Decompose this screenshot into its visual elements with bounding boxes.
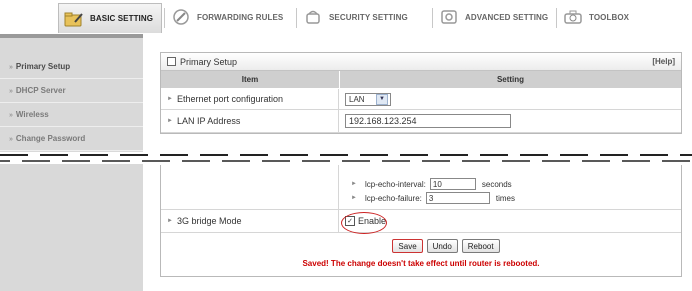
lcp-failure-label: lcp-echo-failure: [364,193,422,203]
saved-message: Saved! The change doesn't take effect un… [302,259,540,268]
sidebar-item-label: DHCP Server [15,86,66,95]
row-bullet-icon: ► [351,181,357,187]
folder-pencil-icon [63,9,85,29]
tab-security-setting[interactable]: SECURITY SETTING [302,4,408,30]
sidebar-item-label: Primary Setup [15,62,71,71]
sidebar-item-dhcp-server[interactable]: » DHCP Server [0,79,143,103]
undo-button[interactable]: Undo [426,239,458,253]
lcp-failure-input[interactable]: 3 [425,192,490,204]
row-label-empty [161,165,339,209]
tab-divider [432,8,433,28]
chevron-down-icon: ▼ [376,93,388,105]
reboot-button[interactable]: Reboot [461,239,500,253]
column-header-item: Item [161,71,340,88]
ethernet-port-select[interactable]: LAN ▼ [345,92,391,106]
sidebar-item-wireless[interactable]: » Wireless [0,103,143,127]
lan-ip-input[interactable]: 192.168.123.254 [345,114,511,128]
table-row-3g-bridge: ► 3G bridge Mode ✓ Enable [161,210,681,234]
select-value: LAN [349,94,365,104]
lcp-echo-interval: ► lcp-echo-interval: 10 seconds [351,177,512,191]
column-header-setting: Setting [496,75,525,84]
row-label: Ethernet port configuration [176,94,284,104]
save-button[interactable]: Save [392,239,423,253]
row-label: LAN IP Address [176,116,241,126]
wrench-icon [170,7,192,27]
row-bullet-icon: ► [351,195,357,201]
bullet-icon: » [9,88,13,95]
tab-advanced-setting[interactable]: ADVANCED SETTING [438,4,548,30]
sidebar-item-change-password[interactable]: » Change Password [0,127,143,151]
primary-setup-panel: Primary Setup [Help] Item Setting ► Ether… [160,52,682,134]
button-row: Save Undo Reboot Saved! The change doesn… [161,233,681,277]
tab-label: FORWARDING RULES [197,12,284,22]
help-link[interactable]: [Help] [652,57,675,66]
table-row-lan-ip: ► LAN IP Address 192.168.123.254 [161,110,681,133]
row-bullet-icon: ► [167,218,173,224]
tab-basic-setting[interactable]: BASIC SETTING [58,3,162,33]
table-row-lcp: ► lcp-echo-interval: 10 seconds ► lcp-ec… [161,165,681,210]
lcp-interval-unit: seconds [481,179,512,189]
lcp-interval-label: lcp-echo-interval: [364,179,426,189]
bullet-icon: » [9,112,13,119]
sidebar-item-label: Change Password [15,134,86,143]
tab-label: TOOLBOX [589,12,630,22]
sidebar-item-label: Wireless [15,110,49,119]
lcp-echo-failure: ► lcp-echo-failure: 3 times [351,191,515,205]
table-row-ethernet: ► Ethernet port configuration LAN ▼ [161,89,681,110]
lcp-interval-input[interactable]: 10 [429,178,476,190]
gear-icon [438,7,460,27]
input-value: 192.168.123.254 [349,116,417,126]
lcp-failure-unit: times [495,193,515,203]
tab-label: SECURITY SETTING [329,12,408,22]
top-navigation: BASIC SETTING FORWARDING RULES SECURITY … [0,0,692,34]
table-header: Item Setting [161,71,681,89]
row-label: 3G bridge Mode [176,216,242,226]
tab-forwarding-rules[interactable]: FORWARDING RULES [170,4,283,30]
panel-icon [167,57,176,66]
enable-checkbox-group: ✓ Enable [341,212,387,234]
tab-divider [556,8,557,28]
torn-page-divider [0,152,692,164]
panel-lower: ► lcp-echo-interval: 10 seconds ► lcp-ec… [160,165,682,277]
tab-label: BASIC SETTING [90,14,154,23]
bullet-icon: » [9,64,13,71]
panel-header: Primary Setup [Help] [161,53,681,71]
row-bullet-icon: ► [167,96,173,102]
toolbox-icon [562,7,584,27]
sidebar-item-primary-setup[interactable]: » Primary Setup [0,55,143,79]
row-bullet-icon: ► [167,118,173,124]
shield-icon [302,7,324,27]
tab-label: ADVANCED SETTING [465,12,549,22]
panel-title: Primary Setup [180,56,238,67]
highlight-circle [341,212,387,234]
tab-divider [164,8,165,28]
tab-toolbox[interactable]: TOOLBOX [562,4,629,30]
tab-divider [296,8,297,28]
bullet-icon: » [9,136,13,143]
